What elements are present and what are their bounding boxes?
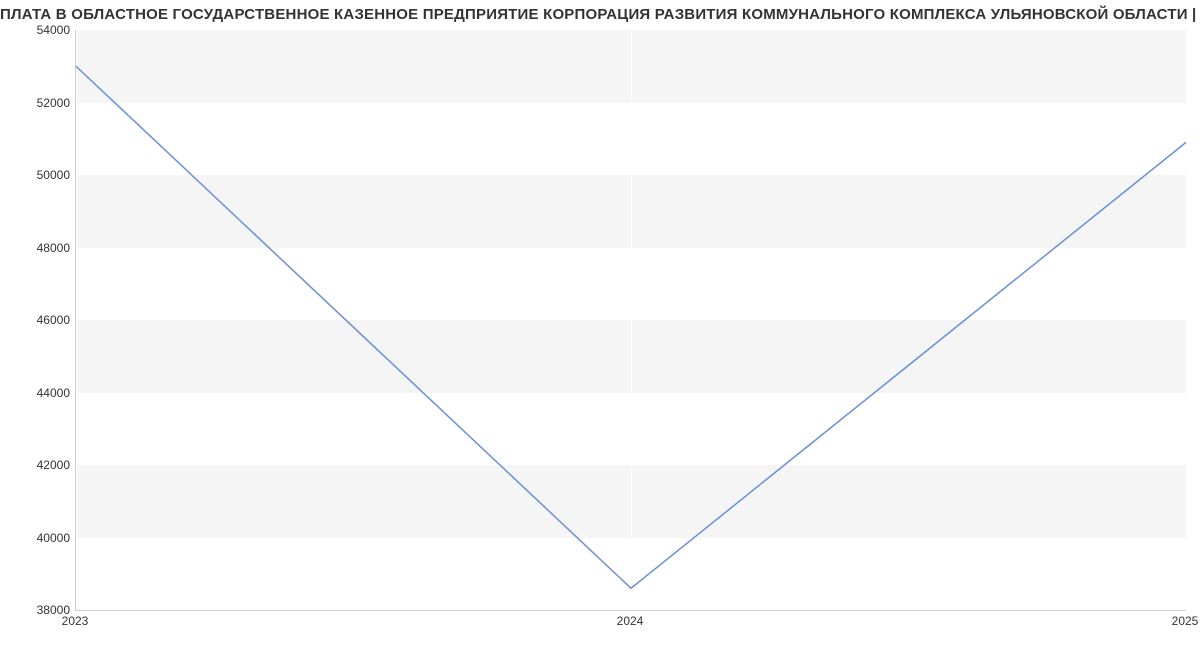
line-series — [76, 30, 1186, 610]
chart-title: ПЛАТА В ОБЛАСТНОЕ ГОСУДАРСТВЕННОЕ КАЗЕНН… — [0, 6, 1200, 23]
y-tick-label: 48000 — [10, 241, 70, 255]
y-tick-label: 52000 — [10, 96, 70, 110]
x-tick-label: 2023 — [62, 614, 89, 628]
y-tick-label: 44000 — [10, 386, 70, 400]
y-tick-label: 46000 — [10, 313, 70, 327]
y-tick-label: 50000 — [10, 168, 70, 182]
y-tick-label: 40000 — [10, 531, 70, 545]
y-tick-label: 54000 — [10, 23, 70, 37]
plot-area — [75, 30, 1186, 611]
y-tick-label: 42000 — [10, 458, 70, 472]
x-tick-label: 2025 — [1172, 614, 1199, 628]
x-tick-label: 2024 — [617, 614, 644, 628]
grid-vline — [1186, 30, 1187, 610]
